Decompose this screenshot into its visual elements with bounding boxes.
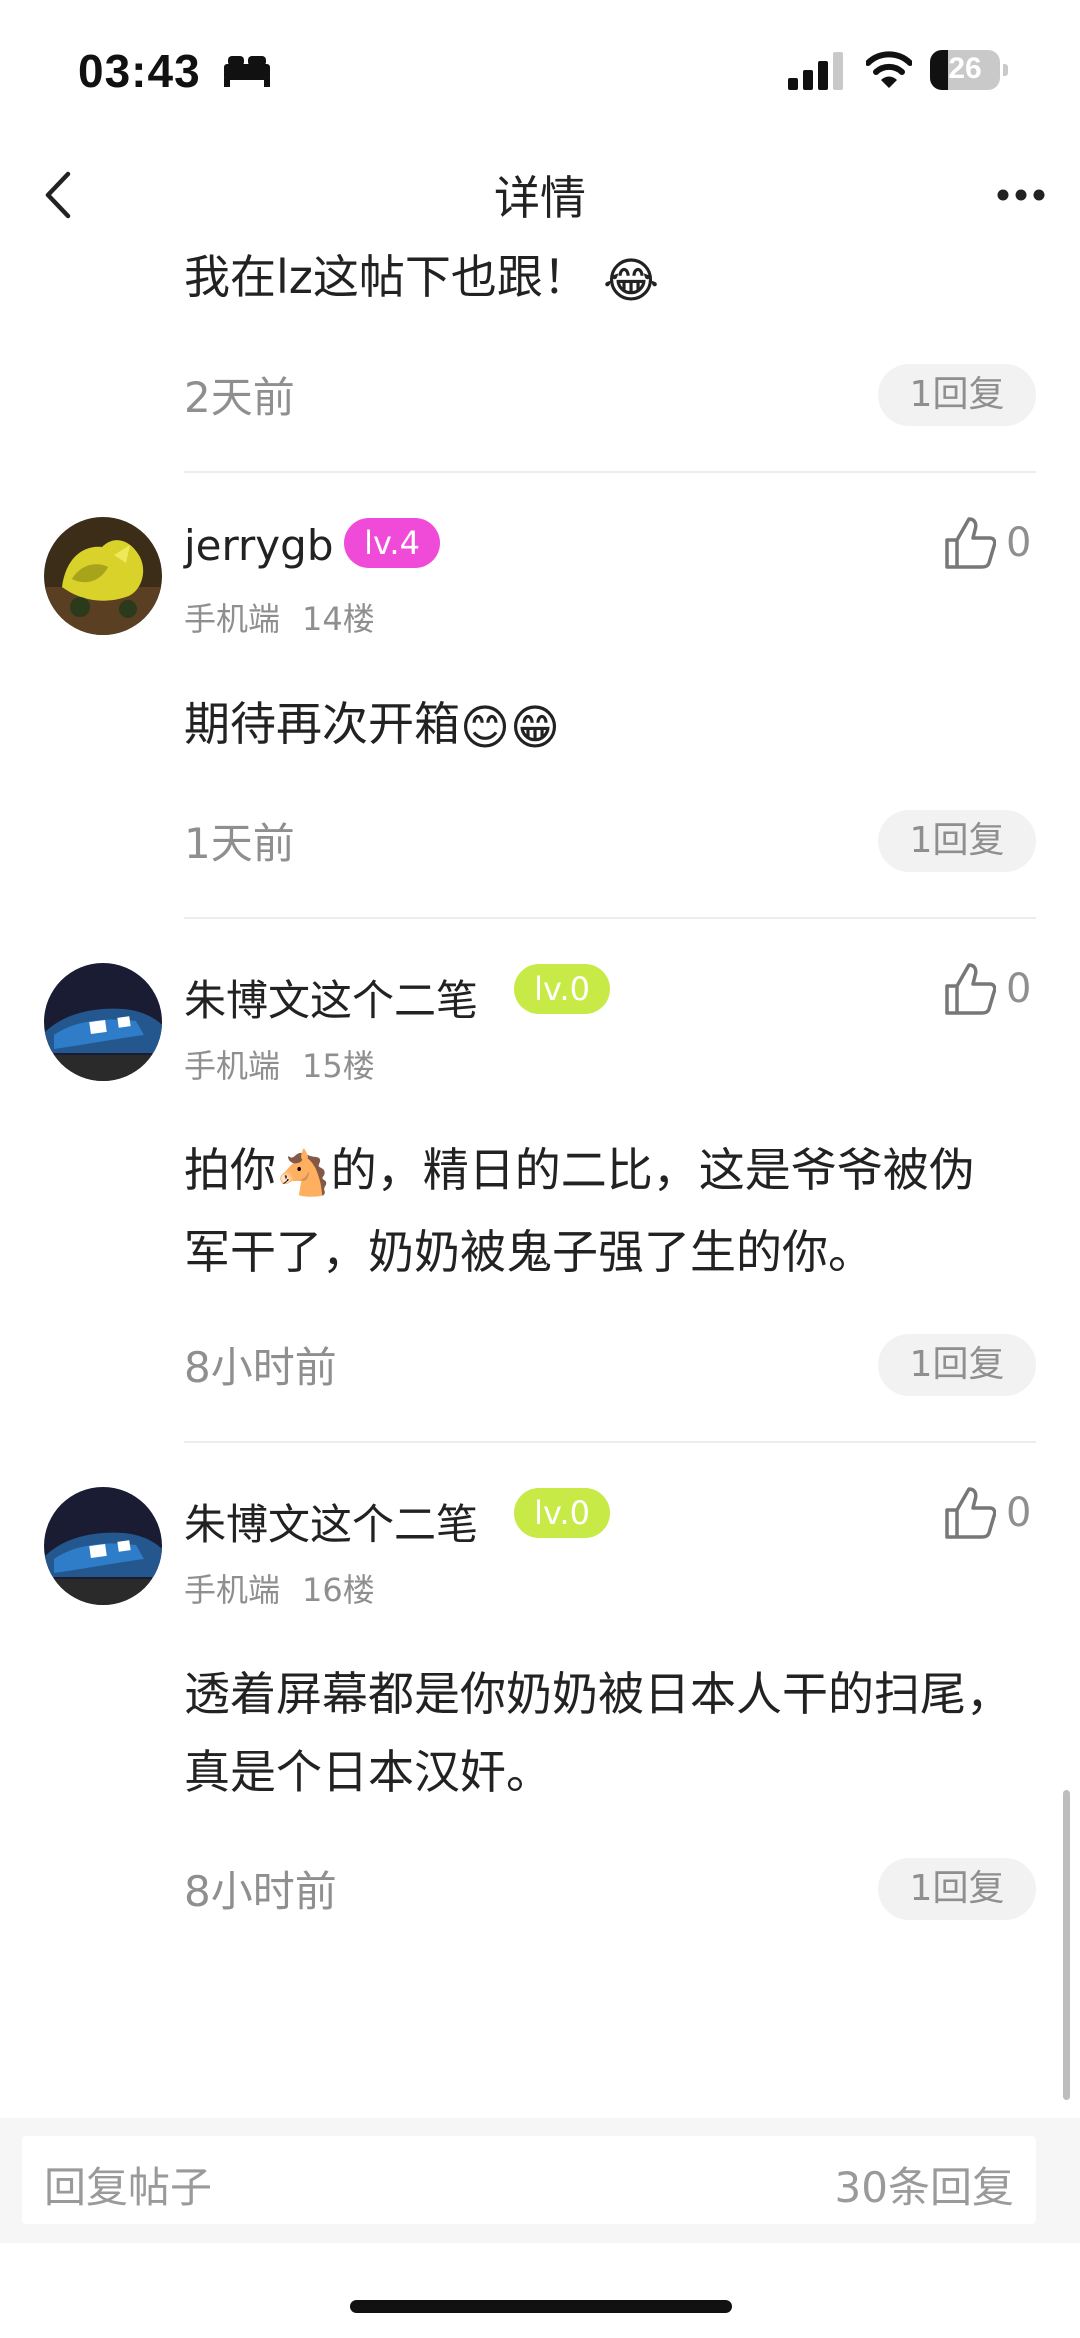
page-title: 详情 (494, 171, 586, 225)
comment-text: 我在lz这帖下也跟！ 😂 (184, 238, 1014, 320)
status-bar: 03:43 26 (0, 0, 1080, 140)
reply-count[interactable]: 30条回复 (835, 2154, 1014, 2215)
avatar[interactable] (44, 517, 162, 635)
like-count: 0 (1006, 1490, 1032, 1536)
username[interactable]: jerrygb (184, 521, 333, 570)
thumbs-up-icon[interactable] (944, 516, 996, 570)
thumbs-up-icon[interactable] (944, 962, 996, 1016)
like-count: 0 (1006, 966, 1032, 1012)
reply-placeholder: 回复帖子 (44, 2163, 213, 2212)
reply-button[interactable]: 1回复 (878, 1858, 1036, 1920)
username[interactable]: 朱博文这个二笔 (184, 1491, 478, 1552)
comment-meta: 手机端 15楼 (184, 1047, 375, 1085)
laughing-emoji: 😂 (602, 252, 660, 309)
sleep-focus-icon (224, 56, 270, 87)
reply-input[interactable]: 回复帖子 30条回复 (22, 2136, 1036, 2224)
thumbs-up-icon[interactable] (944, 1486, 996, 1540)
reply-button[interactable]: 1回复 (878, 364, 1036, 426)
divider (184, 471, 1036, 473)
reply-bar: 回复帖子 30条回复 (0, 2118, 1080, 2243)
comment-text: 透着屏幕都是你奶奶被日本人干的扫尾，真是个日本汉奸。 (184, 1667, 1012, 1799)
like-count: 0 (1006, 520, 1032, 566)
comment-time: 2天前 (184, 373, 295, 422)
status-time: 03:43 (78, 45, 201, 97)
comment-text: 拍你🐴的，精日的二比，这是爷爷被伪军干了，奶奶被鬼子强了生的你。 (184, 1131, 1014, 1291)
horse-emoji: 🐴 (276, 1147, 331, 1199)
reply-button[interactable]: 1回复 (878, 1334, 1036, 1396)
comment-time: 8小时前 (184, 1343, 337, 1392)
level-badge: lv.0 (514, 1488, 610, 1538)
comment-time: 1天前 (184, 819, 295, 868)
comment-time: 8小时前 (184, 1867, 337, 1916)
battery-level: 26 (948, 52, 982, 85)
comment-text: 期待再次开箱😊😁 (184, 685, 1014, 767)
level-badge: lv.0 (514, 964, 610, 1014)
divider (184, 1441, 1036, 1443)
level-badge: lv.4 (344, 518, 440, 568)
home-indicator[interactable] (350, 2300, 732, 2313)
more-dots-icon[interactable] (996, 188, 1046, 202)
cellular-signal-icon (788, 52, 843, 90)
battery-indicator: 26 (930, 50, 1010, 90)
smile-emoji: 😊😁 (460, 699, 561, 756)
reply-button[interactable]: 1回复 (878, 810, 1036, 872)
comment-meta: 手机端 16楼 (184, 1571, 375, 1609)
username[interactable]: 朱博文这个二笔 (184, 967, 478, 1028)
avatar[interactable] (44, 963, 162, 1081)
wifi-icon (866, 51, 912, 88)
avatar[interactable] (44, 1487, 162, 1605)
nav-bar: 详情 (0, 140, 1080, 240)
divider (184, 917, 1036, 919)
comment-meta: 手机端 14楼 (184, 600, 375, 638)
scrollbar[interactable] (1063, 1790, 1070, 2100)
